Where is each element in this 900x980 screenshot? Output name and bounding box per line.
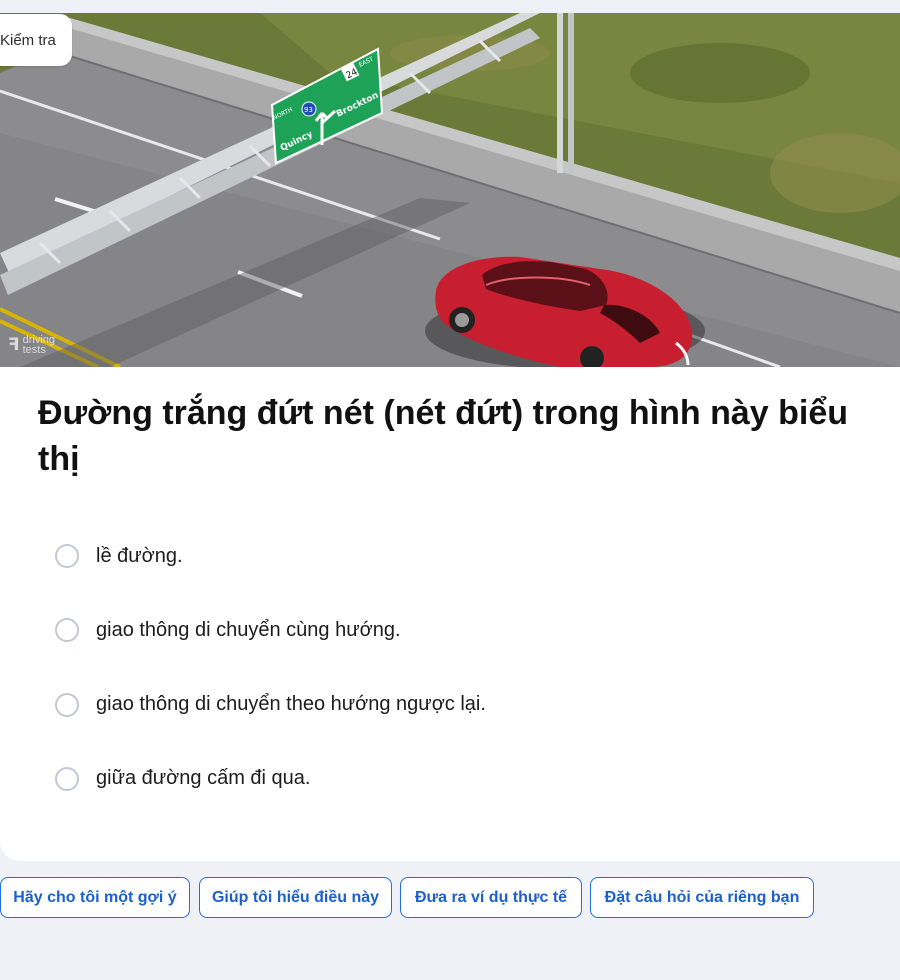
hint-button[interactable]: Hãy cho tôi một gợi ý (0, 877, 190, 918)
highway-scene: 24 EAST NORTH 93 Quincy Brockton (0, 13, 900, 367)
radio-button-icon[interactable] (55, 692, 79, 717)
mode-tab-label: Kiểm tra (0, 31, 56, 49)
answer-option-3[interactable]: giao thông di chuyển theo hướng ngược lạ… (55, 680, 486, 730)
answer-option-4[interactable]: giữa đường cấm đi qua. (55, 754, 486, 804)
radio-button-icon[interactable] (55, 766, 79, 791)
watermark-line-2: tests (22, 344, 46, 356)
answer-option-label: giao thông di chuyển cùng hướng. (96, 618, 401, 641)
answer-option-label: lề đường. (96, 544, 183, 567)
question-text: Đường trắng đứt nét (nét đứt) trong hình… (38, 394, 849, 478)
drivingtests-logo: ꟻ driving tests (8, 335, 55, 356)
real-example-button[interactable]: Đưa ra ví dụ thực tế (400, 877, 582, 918)
logo-mark-icon: ꟻ (8, 335, 20, 355)
sign-route-left: 93 (304, 106, 313, 114)
mode-tab[interactable]: Kiểm tra (0, 14, 72, 66)
answer-option-1[interactable]: lề đường. (55, 531, 486, 581)
answer-options: lề đường. giao thông di chuyển cùng hướn… (55, 531, 486, 828)
ask-own-question-button[interactable]: Đặt câu hỏi của riêng bạn (590, 877, 814, 918)
radio-button-icon[interactable] (55, 618, 79, 643)
answer-option-label: giao thông di chuyển theo hướng ngược lạ… (96, 693, 486, 716)
answer-option-2[interactable]: giao thông di chuyển cùng hướng. (55, 605, 486, 655)
question-image: 24 EAST NORTH 93 Quincy Brockton Kiểm tr… (0, 13, 900, 367)
answer-option-label: giữa đường cấm đi qua. (96, 767, 311, 790)
radio-button-icon[interactable] (55, 544, 79, 568)
explain-button[interactable]: Giúp tôi hiểu điều này (199, 877, 392, 918)
